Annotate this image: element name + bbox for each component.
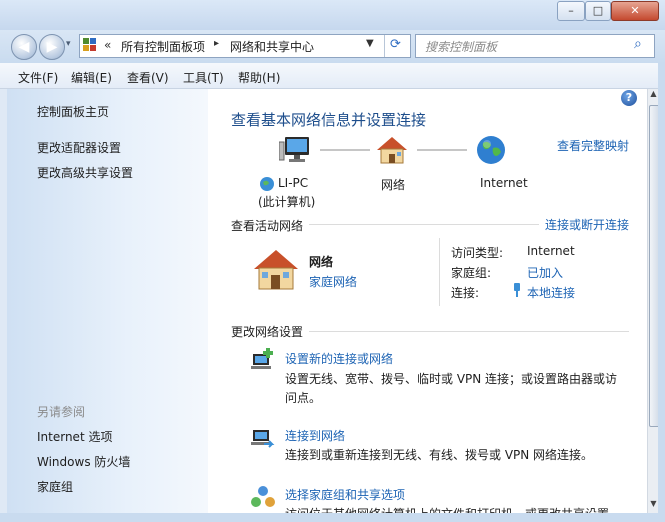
forward-arrow-icon: ▶ — [46, 39, 58, 55]
map-pc-name: LI-PC — [278, 176, 309, 190]
refresh-icon[interactable]: ⟳ — [390, 37, 401, 52]
recent-pages-dropdown-icon[interactable]: ▾ — [66, 39, 71, 49]
task-new-connection-title[interactable]: 设置新的连接或网络 — [285, 350, 393, 367]
connection-label: 连接: — [451, 286, 480, 300]
sidebar-item-homegroup[interactable]: 家庭组 — [37, 478, 73, 495]
sidebar-item-adapter-settings[interactable]: 更改适配器设置 — [37, 139, 121, 156]
network-pc-icon — [259, 176, 275, 192]
menu-file[interactable]: 文件(F) — [18, 69, 58, 86]
active-networks-rule — [309, 224, 539, 225]
address-divider — [384, 35, 385, 57]
local-connection-link[interactable]: 本地连接 — [527, 284, 575, 301]
address-dropdown-icon[interactable]: ▼ — [366, 38, 374, 49]
active-network-divider — [439, 238, 440, 306]
minimize-button[interactable]: – — [557, 1, 585, 21]
menu-tools[interactable]: 工具(T) — [183, 69, 224, 86]
computer-icon[interactable] — [278, 136, 313, 164]
breadcrumb-separator[interactable]: ▸ — [214, 38, 219, 49]
homegroup-label: 家庭组: — [451, 266, 492, 280]
breadcrumb-overflow[interactable]: « — [104, 38, 111, 52]
back-arrow-icon: ◀ — [18, 39, 30, 55]
map-pc-sub: (此计算机) — [258, 195, 316, 209]
active-network-house-icon — [250, 247, 300, 292]
change-settings-heading: 更改网络设置 — [231, 325, 304, 339]
search-input[interactable]: 搜索控制面板 — [425, 38, 497, 55]
menu-edit[interactable]: 编辑(E) — [71, 69, 112, 86]
active-networks-heading: 查看活动网络 — [231, 219, 304, 233]
address-bar[interactable]: « 所有控制面板项 ▸ 网络和共享中心 ▼ ⟳ — [79, 34, 411, 58]
ethernet-plug-icon — [512, 283, 522, 297]
maximize-button[interactable]: □ — [585, 1, 611, 21]
search-box[interactable]: 搜索控制面板 ⌕ — [415, 34, 655, 58]
back-button[interactable]: ◀ — [11, 34, 37, 60]
maximize-icon: □ — [592, 4, 604, 17]
sidebar-item-home[interactable]: 控制面板主页 — [37, 103, 109, 120]
task-new-connection-desc-2: 问点。 — [285, 391, 322, 405]
sidebar-item-internet-options[interactable]: Internet 选项 — [37, 428, 112, 445]
task-connect-network-title[interactable]: 连接到网络 — [285, 427, 345, 444]
breadcrumb-root[interactable]: 所有控制面板项 — [121, 38, 205, 55]
close-button[interactable]: ✕ — [611, 1, 659, 21]
task-homegroup-desc-clip: 访问位于其他网络计算机上的文件和打印机，或更改共享设置 — [285, 505, 640, 513]
forward-button[interactable]: ▶ — [39, 34, 65, 60]
control-panel-icon — [83, 38, 97, 52]
breadcrumb-current[interactable]: 网络和共享中心 — [230, 38, 314, 55]
internet-globe-icon[interactable] — [475, 134, 507, 166]
minimize-icon: – — [568, 4, 574, 17]
new-connection-icon — [250, 346, 276, 372]
help-icon[interactable]: ? — [621, 90, 637, 106]
menu-view[interactable]: 查看(V) — [127, 69, 169, 86]
menu-help[interactable]: 帮助(H) — [238, 69, 280, 86]
task-homegroup-desc: 访问位于其他网络计算机上的文件和打印机，或更改共享设置 — [285, 505, 609, 513]
task-new-connection-desc: 设置无线、宽带、拨号、临时或 VPN 连接；或设置路由器或访 — [285, 372, 618, 386]
task-connect-network-desc: 连接到或重新连接到无线、有线、拨号或 VPN 网络连接。 — [285, 448, 594, 462]
connect-network-icon — [250, 424, 276, 450]
search-icon[interactable]: ⌕ — [634, 36, 642, 52]
active-network-name: 网络 — [309, 255, 334, 269]
homegroup-sharing-icon — [250, 484, 276, 510]
access-type-label: 访问类型: — [451, 246, 504, 260]
network-type-link[interactable]: 家庭网络 — [309, 273, 357, 290]
connect-disconnect-link[interactable]: 连接或断开连接 — [545, 216, 629, 233]
map-network-label: 网络 — [381, 178, 406, 192]
window-frame-right — [658, 63, 665, 522]
view-full-map-link[interactable]: 查看完整映射 — [557, 137, 629, 154]
task-homegroup-title[interactable]: 选择家庭组和共享选项 — [285, 486, 405, 503]
home-network-icon[interactable] — [375, 135, 409, 165]
sidebar-see-also-heading: 另请参阅 — [37, 405, 86, 419]
map-line-2 — [417, 149, 467, 153]
change-settings-rule — [309, 331, 629, 332]
close-icon: ✕ — [630, 4, 640, 17]
map-internet-label: Internet — [480, 176, 528, 190]
map-line-1 — [320, 149, 370, 153]
window-frame-bottom — [0, 513, 665, 522]
sidebar-item-firewall[interactable]: Windows 防火墙 — [37, 453, 130, 470]
page-title: 查看基本网络信息并设置连接 — [231, 111, 427, 129]
sidebar-item-advanced-sharing[interactable]: 更改高级共享设置 — [37, 164, 133, 181]
access-type-value: Internet — [527, 244, 575, 258]
homegroup-link[interactable]: 已加入 — [527, 264, 563, 281]
